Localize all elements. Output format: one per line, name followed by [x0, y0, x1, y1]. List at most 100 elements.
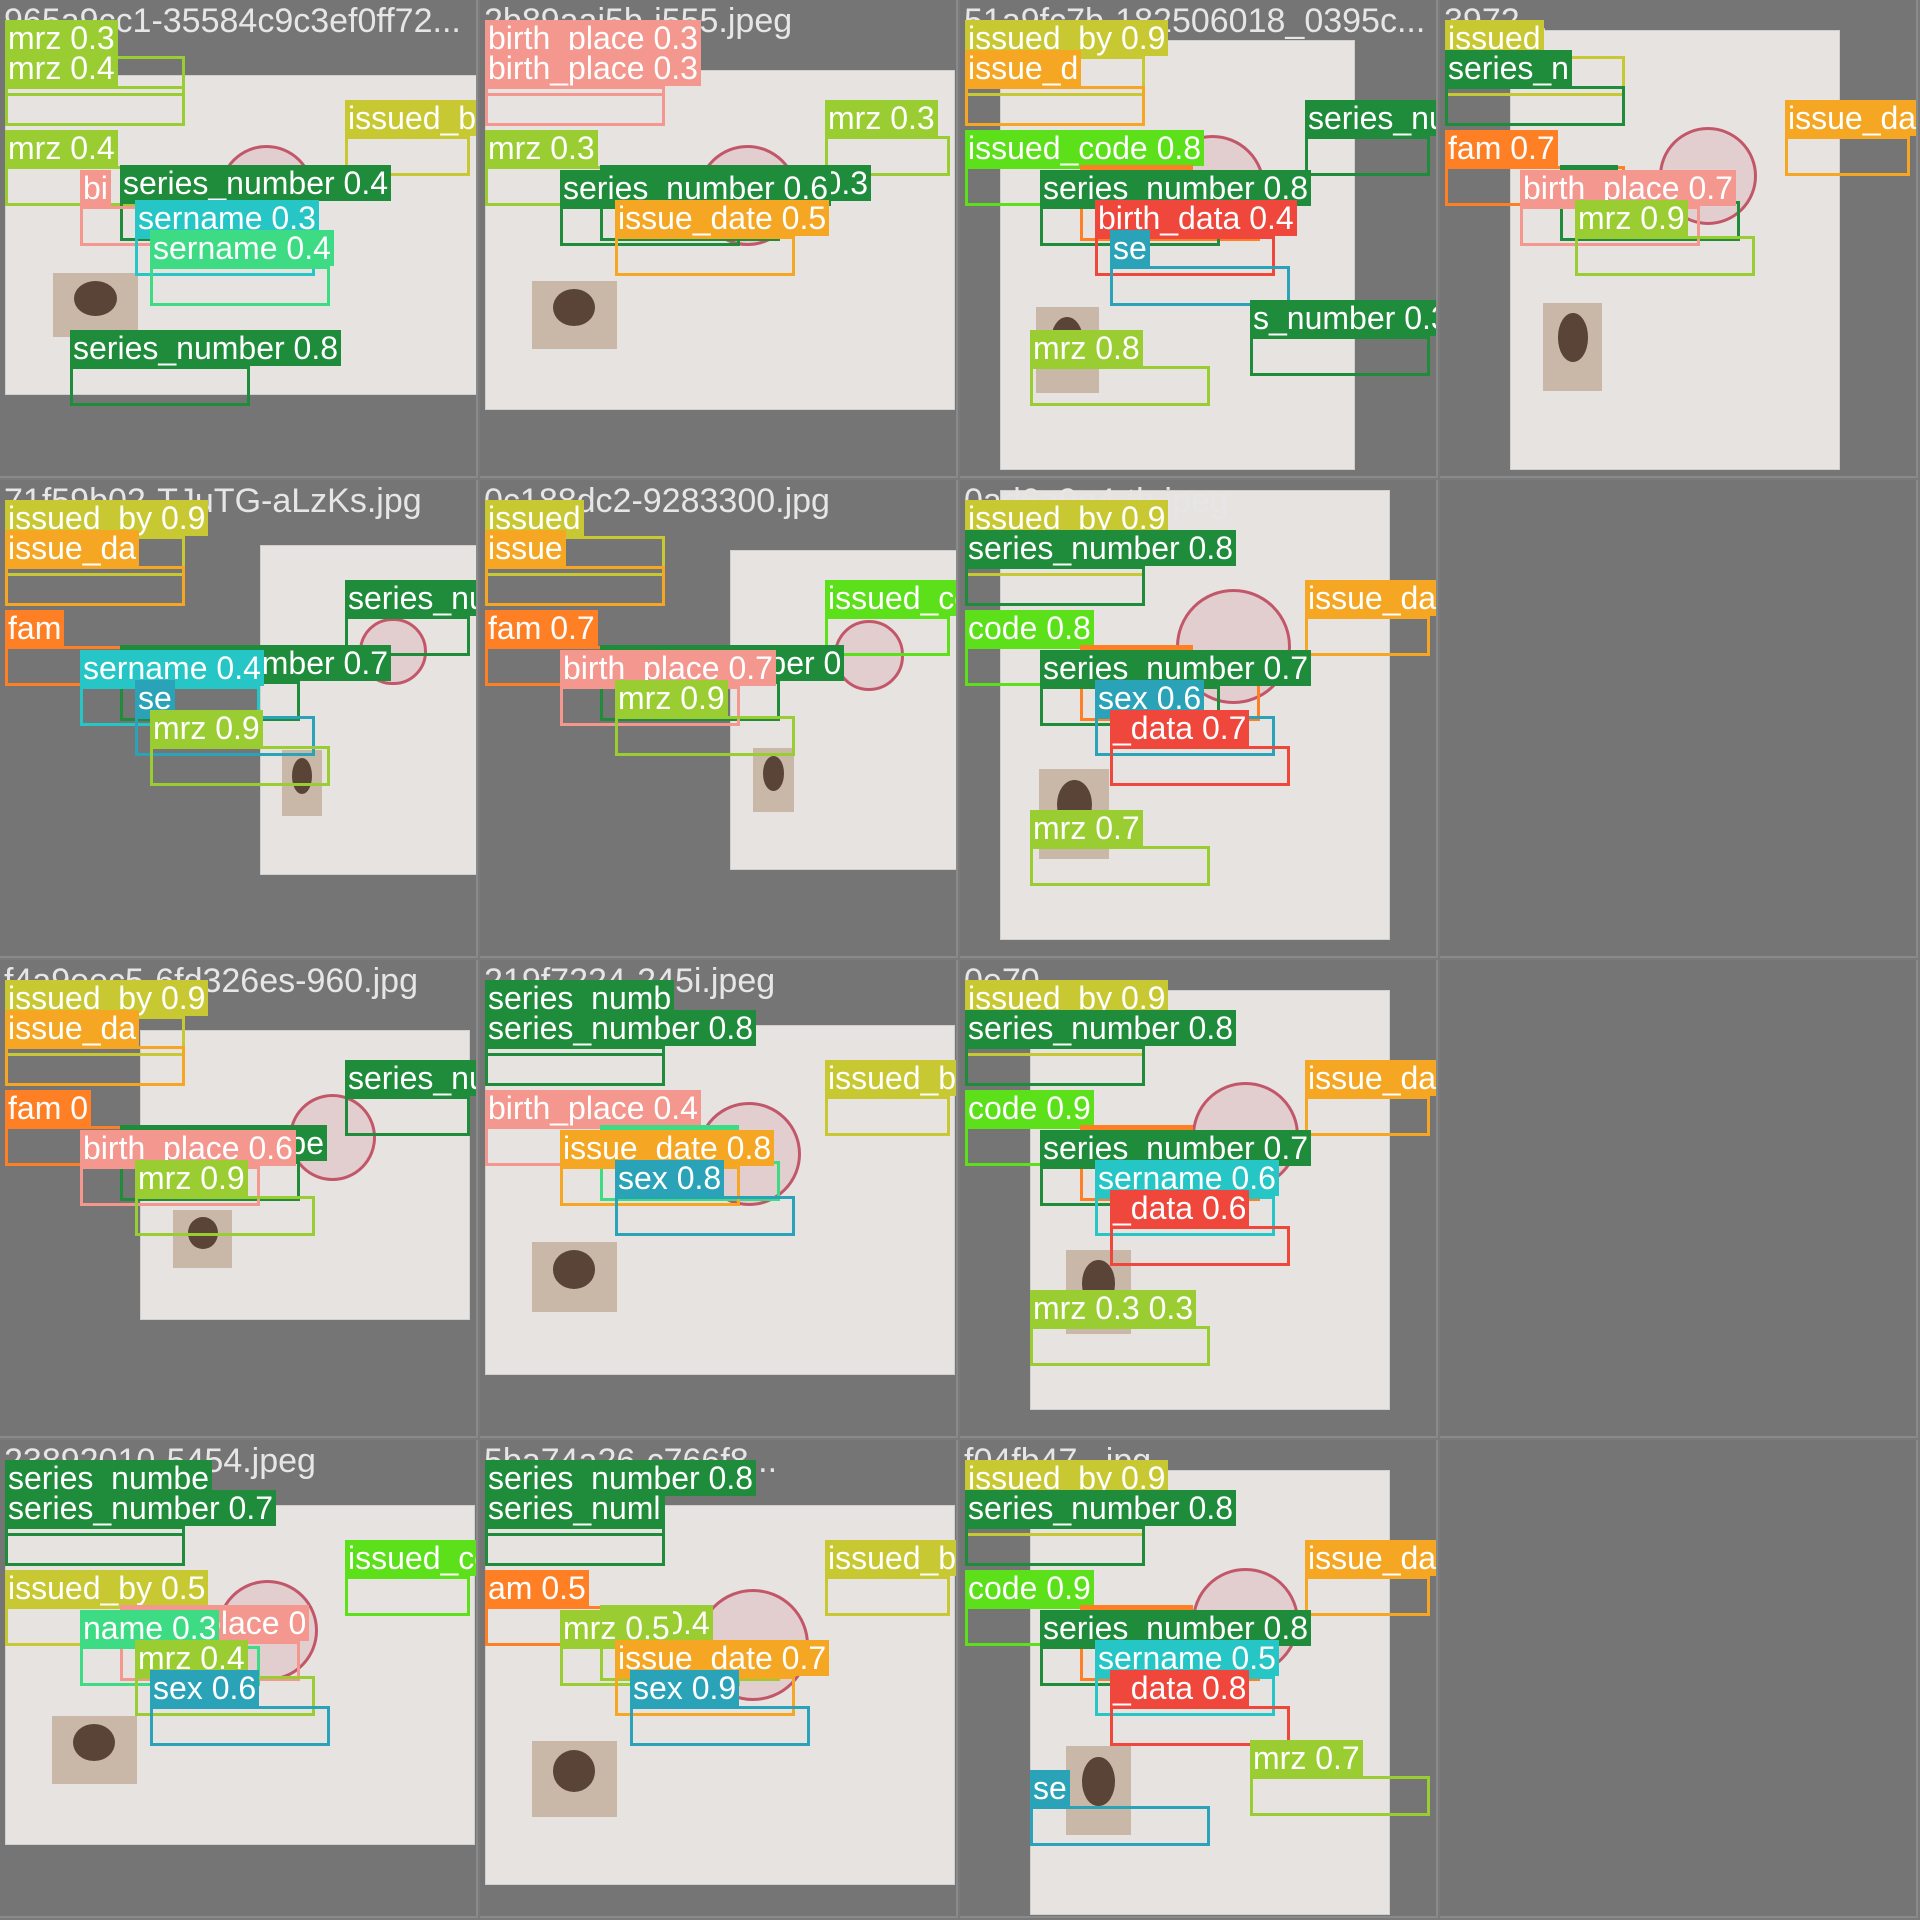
- detection-box: [135, 1196, 315, 1236]
- detection-label: fam: [5, 610, 65, 646]
- detection-box: [485, 566, 665, 606]
- detection-label: se: [1030, 1770, 1070, 1806]
- detection-label: mrz 0.9: [1575, 200, 1688, 236]
- detection-box: [1110, 746, 1290, 786]
- detection-label: issue_date 0.5: [1785, 100, 1916, 136]
- detection-box: [1445, 86, 1625, 126]
- detection-box: [1030, 1326, 1210, 1366]
- result-tile: 0e70...issued_by 0.9series_number 0.8iss…: [960, 960, 1438, 1438]
- detection-label: mrz 0.9: [135, 1160, 248, 1196]
- result-tile: 71f59b02-TJuTG-aLzKs.jpg issued_by 0.9 iss…: [0, 480, 478, 958]
- detection-label: issue_date 0.8: [1305, 1540, 1436, 1576]
- detection-label: code 0.9: [965, 1570, 1094, 1606]
- detection-box: [615, 716, 795, 756]
- detection-box: [1305, 616, 1430, 656]
- detection-box: [345, 1096, 470, 1136]
- result-tile: 3972...issuedseries_nissue_date 0.5fam 0…: [1440, 0, 1918, 478]
- detection-label: sername 0.4: [150, 230, 334, 266]
- detection-label: mrz 0.3: [485, 130, 598, 166]
- detection-box: [485, 86, 665, 126]
- detection-label: fam 0: [5, 1090, 92, 1126]
- detection-label: s_number 0.3: [1250, 300, 1436, 336]
- detection-box: [1030, 846, 1210, 886]
- detection-label: mrz 0.4: [5, 50, 118, 86]
- detection-label: am 0.5: [485, 1570, 589, 1606]
- detection-box: [5, 1526, 185, 1566]
- detection-label: mrz 0.7: [1030, 810, 1143, 846]
- detection-label: series_number 0.7: [345, 580, 476, 616]
- detection-label: issue_da: [5, 530, 140, 566]
- detection-label: issue: [485, 530, 566, 566]
- detection-label: issue_date 0.5: [615, 200, 830, 236]
- result-tile: 51a9fc7b-182506018_0395c... issued_by 0.9…: [960, 0, 1438, 478]
- detection-box: [825, 1096, 950, 1136]
- detection-label: _data 0.7: [1110, 710, 1250, 746]
- portrait-photo: [532, 280, 617, 349]
- detection-label: birth_place 0.4: [485, 1090, 701, 1126]
- detection-label: mrz 0.8: [1030, 330, 1143, 366]
- detection-label: issue_date 0.7: [1305, 580, 1436, 616]
- detection-box: [615, 1196, 795, 1236]
- detection-label: issued_code: [345, 1540, 476, 1576]
- result-tile: f04fb47...jpgissued_by 0.9series_number …: [960, 1440, 1438, 1918]
- detection-box: [630, 1706, 810, 1746]
- detection-label: series_number 0.7: [5, 1490, 277, 1526]
- result-tile: [1440, 960, 1918, 1438]
- detection-box: [150, 1706, 330, 1746]
- detection-box: [5, 86, 185, 126]
- detection-box: [1785, 136, 1910, 176]
- detection-label: series_nu: [345, 1060, 476, 1096]
- detection-box: [965, 86, 1145, 126]
- result-tile: 219f7224-245i.jpegseries_numbseries_numb…: [480, 960, 958, 1438]
- detection-label: mrz 0.9: [150, 710, 263, 746]
- detection-label: code 0.8: [965, 610, 1094, 646]
- detection-box: [1030, 366, 1210, 406]
- detection-label: issued_by 0.3: [825, 1060, 956, 1096]
- detection-label: issued_by 0.4: [825, 1540, 956, 1576]
- portrait-photo: [52, 1715, 137, 1784]
- detection-label: series_number 0.8: [965, 1010, 1237, 1046]
- detection-label: issue_d: [965, 50, 1082, 86]
- result-tile: 965a9cc1-35584c9c3ef0ff72... mrz 0.3 mrz 0…: [0, 0, 478, 478]
- detection-box: [1110, 1226, 1290, 1266]
- detection-box: [1575, 236, 1755, 276]
- detection-label: issued_code 0.8: [965, 130, 1205, 166]
- detection-label: series_number 0.8: [1305, 100, 1436, 136]
- result-tile: 2b89aaj5b-i555.jpegbirth_place 0.3birth_…: [480, 0, 958, 478]
- detection-box: [965, 566, 1145, 606]
- detection-label: mrz 0.3 0.3: [1030, 1290, 1197, 1326]
- portrait-photo: [52, 273, 138, 338]
- detection-label: series_number 0.8: [70, 330, 342, 366]
- portrait-photo: [1543, 302, 1603, 391]
- detection-label: sex 0.6: [150, 1670, 260, 1706]
- detection-label: issue_da: [5, 1010, 140, 1046]
- detection-label: _data 0.8: [1110, 1670, 1250, 1706]
- detection-label: fam 0.7: [485, 610, 598, 646]
- detection-box: [485, 1526, 665, 1566]
- detection-label: mrz 0.9: [615, 680, 728, 716]
- portrait-photo: [532, 1242, 617, 1312]
- result-tile: 0c188dc2-9283300.jpgissuedissueissued_co…: [480, 480, 958, 958]
- result-tile: 5ba74a26-c766f8...series_number 0.8serie…: [480, 1440, 958, 1918]
- detection-label: series_number 0.8: [965, 1490, 1237, 1526]
- detection-box: [615, 236, 795, 276]
- detection-label: issued_by 0.5: [5, 1570, 209, 1606]
- detection-box: [5, 1046, 185, 1086]
- detection-box: [965, 1046, 1145, 1086]
- detection-box: [150, 746, 330, 786]
- detection-box: [1305, 136, 1430, 176]
- detection-mosaic: 965a9cc1-35584c9c3ef0ff72... mrz 0.3 mrz 0…: [0, 0, 1920, 1920]
- detection-label: sex 0.8: [615, 1160, 725, 1196]
- detection-box: [1305, 1576, 1430, 1616]
- detection-box: [70, 366, 250, 406]
- detection-box: [1250, 1776, 1430, 1816]
- result-tile: [1440, 480, 1918, 958]
- detection-label: series_number 0.8: [485, 1010, 757, 1046]
- detection-label: series_n: [1445, 50, 1572, 86]
- detection-label: mrz 0.7: [1250, 1740, 1363, 1776]
- portrait-photo: [532, 1740, 617, 1817]
- result-tile: [1440, 1440, 1918, 1918]
- detection-box: [1305, 1096, 1430, 1136]
- detection-box: [1250, 336, 1430, 376]
- detection-label: sex 0.9: [630, 1670, 740, 1706]
